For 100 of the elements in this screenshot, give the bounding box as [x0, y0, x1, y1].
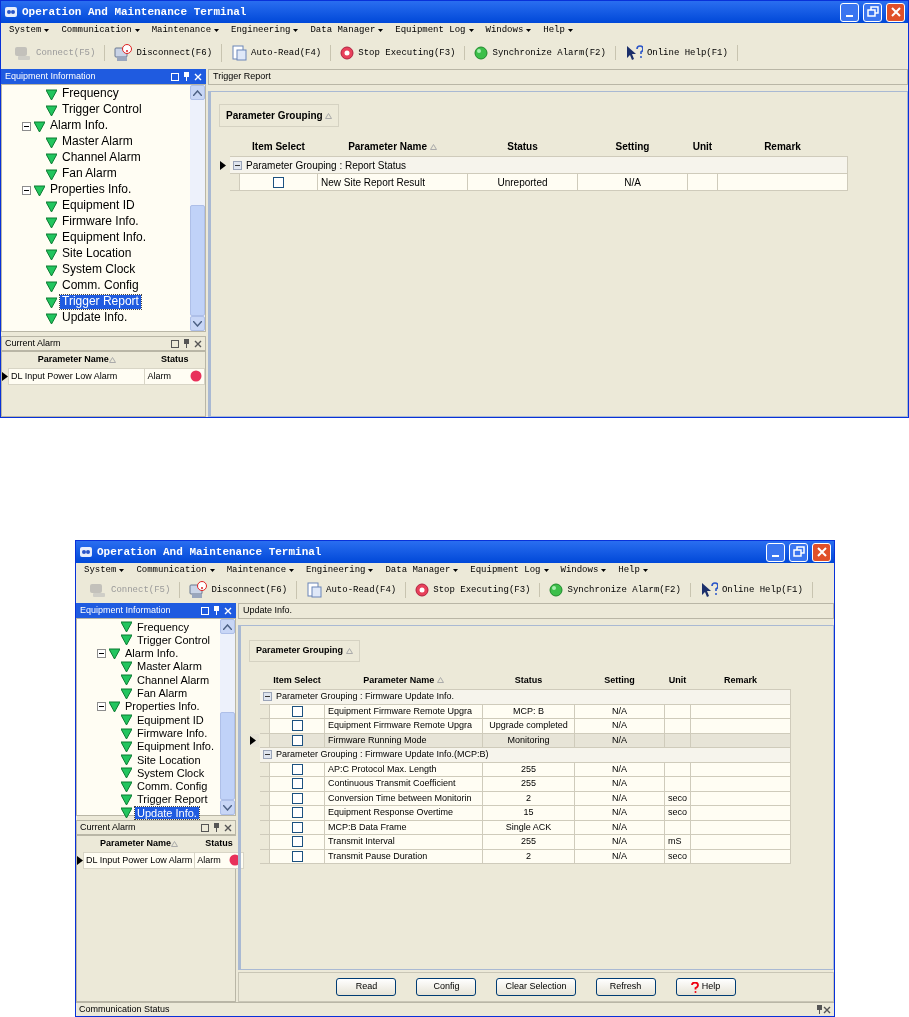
- tree-item[interactable]: Trigger Control: [60, 103, 144, 117]
- checkbox[interactable]: [291, 792, 303, 804]
- tree-item[interactable]: Equipment ID: [135, 713, 206, 726]
- tab[interactable]: Trigger Report: [208, 69, 908, 85]
- tree-item[interactable]: Equipment Info.: [60, 231, 149, 245]
- tree-item[interactable]: Trigger Report: [135, 793, 210, 806]
- checkbox[interactable]: [291, 734, 303, 746]
- checkbox[interactable]: [291, 705, 303, 717]
- column-header[interactable]: Item Select: [239, 137, 318, 157]
- scrollbar-thumb[interactable]: [190, 205, 205, 316]
- dialog-button[interactable]: Read: [336, 978, 397, 996]
- column-header[interactable]: Item Select: [269, 671, 325, 690]
- column-header[interactable]: Unit: [664, 671, 691, 690]
- group-by-box[interactable]: Parameter Grouping: [219, 104, 340, 127]
- restore-button[interactable]: [789, 542, 808, 562]
- tree-item[interactable]: Fan Alarm: [60, 167, 119, 181]
- tree-item[interactable]: Master Alarm: [60, 135, 135, 149]
- menu-item[interactable]: Engineering: [304, 565, 376, 575]
- minimize-button[interactable]: [766, 542, 785, 562]
- tree-item[interactable]: Site Location: [60, 247, 134, 261]
- tree-item[interactable]: Trigger Report: [60, 295, 141, 309]
- minimize-button[interactable]: [840, 2, 859, 22]
- menu-item[interactable]: Engineering: [229, 25, 301, 35]
- checkbox[interactable]: [291, 850, 303, 862]
- collapse-icon[interactable]: [263, 692, 272, 702]
- collapse-icon[interactable]: [233, 160, 242, 170]
- tree-item[interactable]: Comm. Config: [60, 279, 141, 293]
- checkbox[interactable]: [273, 177, 284, 189]
- column-header[interactable]: Remark: [717, 137, 848, 157]
- menu-item[interactable]: Help: [541, 25, 575, 35]
- tree-item[interactable]: Equipment Info.: [135, 740, 217, 753]
- tree-item[interactable]: Frequency: [135, 620, 191, 633]
- menu-item[interactable]: Communication: [59, 25, 142, 35]
- tree-item[interactable]: System Clock: [135, 766, 207, 779]
- collapse-icon[interactable]: [97, 701, 106, 711]
- tree-item[interactable]: Comm. Config: [135, 780, 210, 793]
- close-button[interactable]: [886, 2, 905, 22]
- menu-item[interactable]: Maintenance: [149, 25, 222, 35]
- checkbox[interactable]: [291, 807, 303, 819]
- checkbox[interactable]: [291, 720, 303, 732]
- scroll-down-button[interactable]: [220, 800, 235, 815]
- column-header[interactable]: Unit: [687, 137, 718, 157]
- toolbar-button[interactable]: Online Help(F1): [615, 45, 738, 61]
- menu-item[interactable]: Maintenance: [224, 565, 297, 575]
- tree-item[interactable]: Channel Alarm: [60, 151, 143, 165]
- menu-item[interactable]: Equipment Log: [468, 565, 551, 575]
- toolbar-button[interactable]: Stop Executing(F3): [331, 46, 466, 60]
- tree-item[interactable]: Firmware Info.: [135, 726, 210, 740]
- column-header[interactable]: Setting: [574, 671, 665, 690]
- checkbox[interactable]: [291, 763, 303, 775]
- tree-item[interactable]: Fan Alarm: [135, 687, 190, 700]
- column-header[interactable]: Remark: [690, 671, 791, 690]
- toolbar-button[interactable]: Synchronize Alarm(F2): [465, 46, 616, 60]
- menu-item[interactable]: Data Manager: [383, 565, 461, 575]
- collapse-icon[interactable]: [22, 121, 31, 131]
- collapse-icon[interactable]: [97, 648, 106, 658]
- checkbox[interactable]: [291, 836, 303, 848]
- tree-item[interactable]: Update Info.: [135, 806, 199, 819]
- column-header[interactable]: Setting: [577, 137, 688, 157]
- toolbar-button[interactable]: Online Help(F1): [690, 582, 813, 598]
- menu-item[interactable]: Communication: [134, 565, 217, 575]
- tree-item[interactable]: Alarm Info.: [123, 647, 181, 660]
- toolbar-button[interactable]: Synchronize Alarm(F2): [540, 583, 691, 597]
- menu-item[interactable]: Data Manager: [308, 25, 386, 35]
- tree-item[interactable]: Site Location: [135, 753, 203, 766]
- toolbar-button[interactable]: Stop Executing(F3): [406, 583, 541, 597]
- collapse-icon[interactable]: [22, 185, 31, 195]
- tree-item[interactable]: System Clock: [60, 263, 138, 277]
- group-by-box[interactable]: Parameter Grouping: [249, 640, 360, 662]
- dialog-button[interactable]: Refresh: [595, 978, 656, 996]
- scroll-up-button[interactable]: [220, 619, 235, 634]
- close-button[interactable]: [812, 542, 831, 562]
- menu-item[interactable]: System: [7, 25, 52, 35]
- tree-item[interactable]: Master Alarm: [135, 660, 204, 673]
- restore-button[interactable]: [863, 2, 882, 22]
- column-header[interactable]: Parameter Name: [317, 137, 468, 157]
- tree-item[interactable]: Equipment ID: [60, 199, 137, 213]
- tree-item[interactable]: Frequency: [60, 87, 121, 101]
- checkbox[interactable]: [291, 821, 303, 833]
- checkbox[interactable]: [291, 778, 303, 790]
- collapse-icon[interactable]: [263, 750, 272, 760]
- column-header[interactable]: Parameter Name: [324, 671, 483, 690]
- toolbar-button[interactable]: Disconnect(F6): [105, 44, 223, 62]
- toolbar-button[interactable]: Auto-Read(F4): [222, 45, 332, 61]
- tree-item[interactable]: Firmware Info.: [60, 215, 141, 229]
- dialog-button[interactable]: Config: [416, 978, 477, 996]
- scrollbar[interactable]: [190, 85, 205, 331]
- menu-item[interactable]: Windows: [483, 25, 534, 35]
- column-header[interactable]: Status: [467, 137, 578, 157]
- menu-item[interactable]: Equipment Log: [393, 25, 476, 35]
- menu-item[interactable]: System: [82, 565, 127, 575]
- menu-item[interactable]: Help: [616, 565, 650, 575]
- scroll-down-button[interactable]: [190, 316, 205, 331]
- toolbar-button[interactable]: Auto-Read(F4): [297, 582, 407, 598]
- menu-item[interactable]: Windows: [558, 565, 609, 575]
- tree-item[interactable]: Properties Info.: [123, 700, 202, 713]
- tree-item[interactable]: Update Info.: [60, 311, 130, 325]
- dialog-button[interactable]: Help: [675, 978, 736, 996]
- tree-item[interactable]: Channel Alarm: [135, 673, 212, 686]
- tab[interactable]: Update Info.: [238, 603, 834, 619]
